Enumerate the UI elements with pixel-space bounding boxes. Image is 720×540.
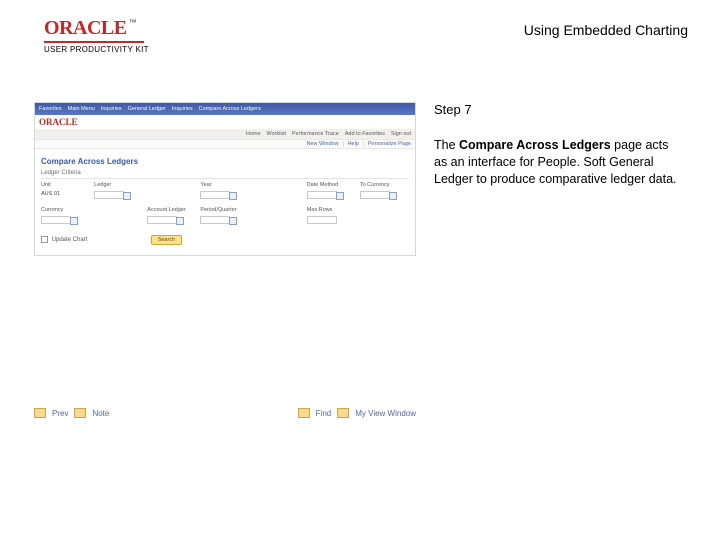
oracle-logo: ORACLE™ USER PRODUCTIVITY KIT — [44, 18, 149, 54]
unit-value: AUS 01 — [41, 191, 90, 201]
ps-top-nav: Favorites Main Menu Inquiries General Le… — [35, 103, 415, 115]
nav-item: General Ledger — [128, 106, 166, 112]
toolbar-link: Personalize Page — [363, 141, 411, 147]
brand-word: ORACLE — [44, 17, 127, 39]
ps-page-title: Compare Across Ledgers — [41, 157, 409, 166]
field-label: Period/Quarter — [200, 207, 249, 213]
field-label: Account Ledger — [147, 207, 196, 213]
checkbox-label: Update Chart — [52, 237, 88, 243]
view-label: My View Window — [355, 409, 416, 418]
peoplesoft-screenshot: Favorites Main Menu Inquiries General Le… — [34, 102, 416, 256]
subnav-item: Performance Trace — [292, 131, 339, 137]
year-input[interactable] — [200, 191, 230, 199]
doc-title: Using Embedded Charting — [524, 18, 692, 38]
note-label: Note — [92, 409, 109, 418]
trademark-icon: ™ — [129, 18, 137, 27]
ps-oracle-mini: ORACLE — [39, 117, 78, 127]
toolbar-link: New Window — [306, 141, 338, 147]
subnav-item: Home — [246, 131, 261, 137]
ps-subnav: Home Worklist Performance Trace Add to F… — [35, 129, 415, 139]
nav-item: Compare Across Ledgers — [199, 106, 261, 112]
desc-before: The — [434, 138, 459, 152]
date-method-input[interactable] — [307, 191, 337, 199]
nav-item: Inquiries — [101, 106, 122, 112]
field-label: Max Rows — [307, 207, 356, 213]
acct-ledger-input[interactable] — [147, 216, 177, 224]
subnav-item: Add to Favorites — [345, 131, 385, 137]
player-nav: Prev Note Find My View Window — [34, 408, 416, 418]
field-label: Date Method — [307, 182, 356, 188]
nav-item: Main Menu — [68, 106, 95, 112]
period-input[interactable] — [200, 216, 230, 224]
step-label: Step 7 — [434, 102, 682, 117]
nav-item: Favorites — [39, 106, 62, 112]
ps-section-label: Ledger Criteria — [41, 170, 409, 179]
desc-bold: Compare Across Ledgers — [459, 138, 611, 152]
find-label: Find — [316, 409, 332, 418]
toolbar-link: Help — [343, 141, 359, 147]
prev-icon[interactable] — [34, 408, 46, 418]
find-icon[interactable] — [298, 408, 310, 418]
field-label: Unit — [41, 182, 90, 188]
prev-label: Prev — [52, 409, 68, 418]
note-icon[interactable] — [74, 408, 86, 418]
nav-item: Inquiries — [172, 106, 193, 112]
subnav-item: Sign out — [391, 131, 411, 137]
currency-input[interactable] — [360, 191, 390, 199]
field-label: Currency — [41, 207, 90, 213]
currency2-input[interactable] — [41, 216, 71, 224]
brand-rule — [44, 41, 144, 43]
maxrows-input[interactable] — [307, 216, 337, 224]
field-label: To Currency — [360, 182, 409, 188]
brand-subtitle: USER PRODUCTIVITY KIT — [44, 45, 149, 54]
step-description: The Compare Across Ledgers page acts as … — [434, 137, 682, 188]
view-icon[interactable] — [337, 408, 349, 418]
field-label: Ledger — [94, 182, 143, 188]
field-label: Year — [200, 182, 249, 188]
subnav-item: Worklist — [267, 131, 286, 137]
search-button[interactable]: Search — [151, 235, 182, 245]
update-chart-checkbox[interactable] — [41, 236, 48, 243]
ledger-input[interactable] — [94, 191, 124, 199]
ps-toolbar: New Window Help Personalize Page — [35, 139, 415, 149]
